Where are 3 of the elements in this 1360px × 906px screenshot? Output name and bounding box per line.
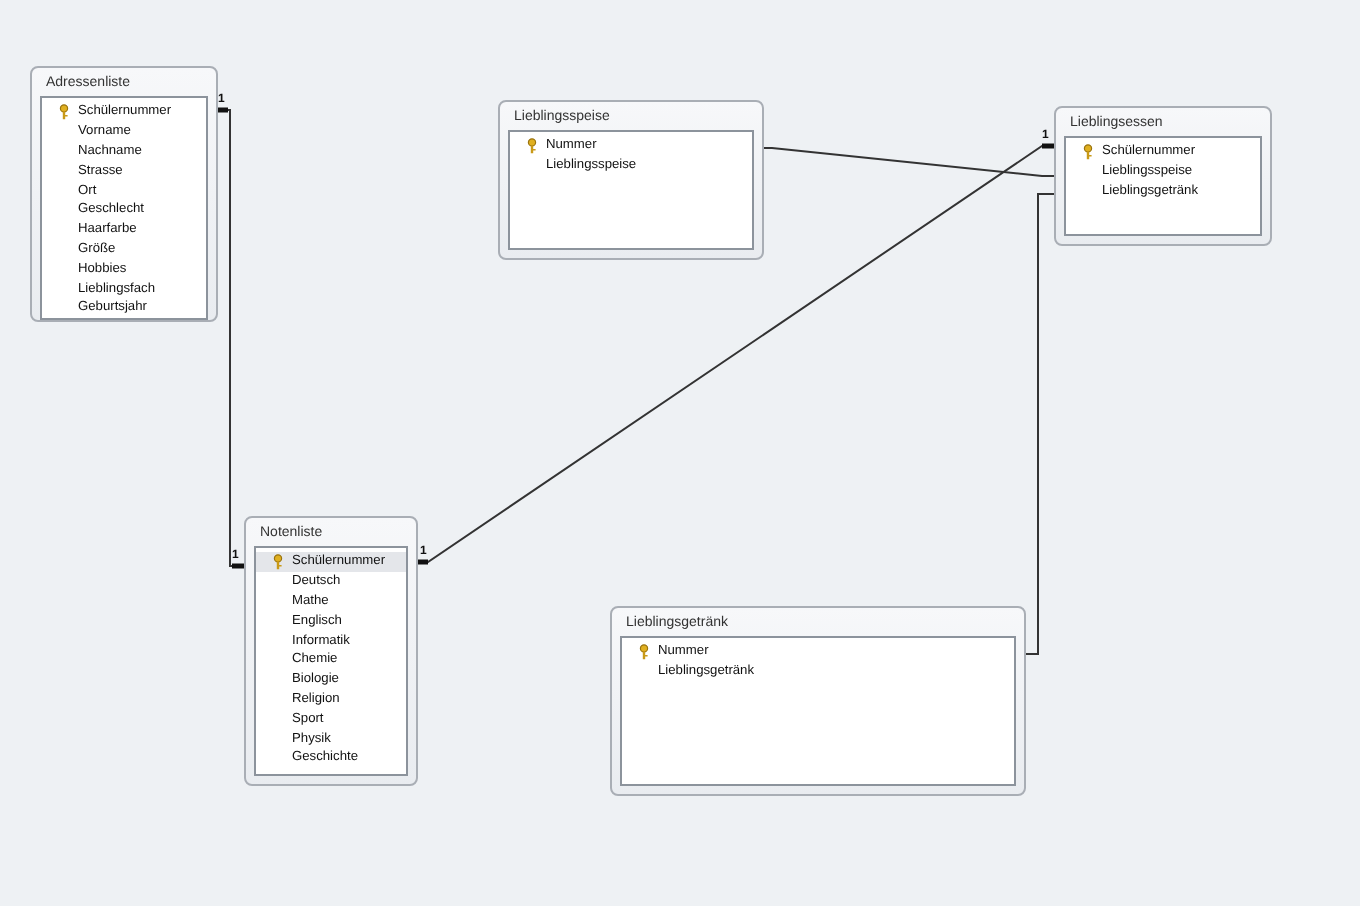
relationship-line[interactable] xyxy=(217,107,245,569)
relationship-line[interactable] xyxy=(763,147,1055,177)
relationship-line[interactable] xyxy=(1025,193,1055,655)
